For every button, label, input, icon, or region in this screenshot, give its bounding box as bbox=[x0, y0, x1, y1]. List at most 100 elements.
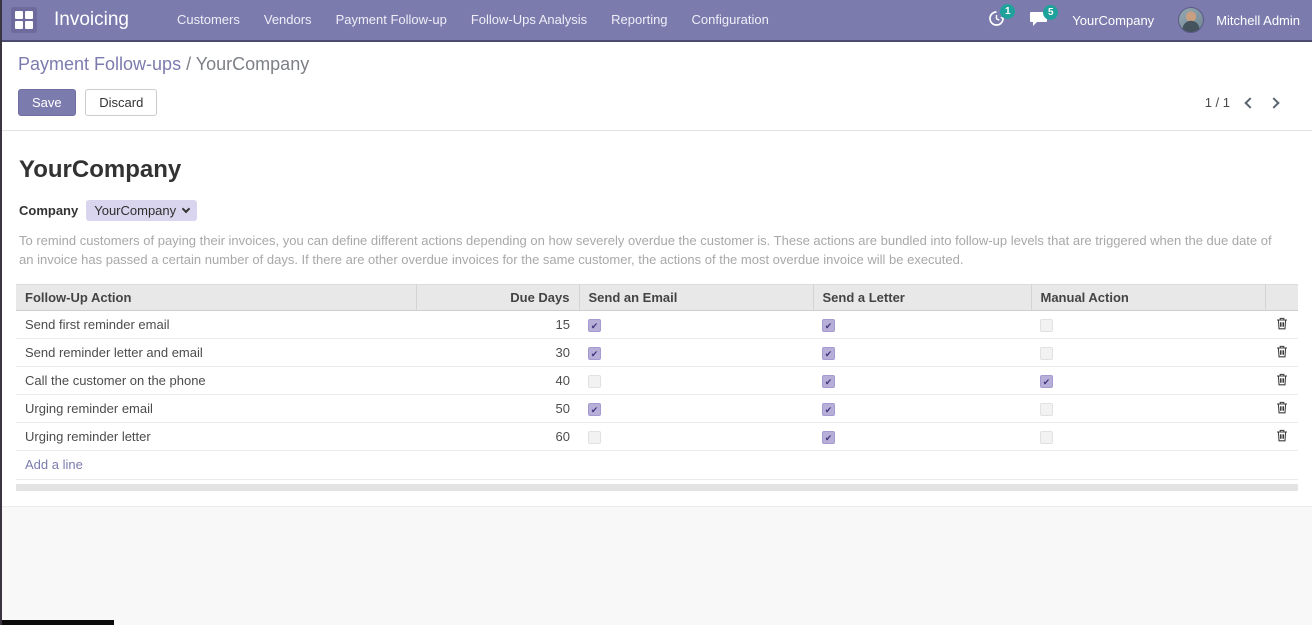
breadcrumb-current: YourCompany bbox=[196, 54, 309, 74]
control-panel: Payment Follow-ups / YourCompany Save Di… bbox=[2, 42, 1312, 131]
column-header-empty[interactable] bbox=[1265, 285, 1298, 311]
cell-manual-action bbox=[1031, 311, 1265, 339]
cell-due-days[interactable]: 30 bbox=[416, 339, 579, 367]
add-a-line-link[interactable]: Add a line bbox=[16, 451, 1298, 480]
cell-followup-action[interactable]: Call the customer on the phone bbox=[16, 367, 416, 395]
send-email-checkbox[interactable]: ✔ bbox=[588, 403, 601, 416]
company-switcher[interactable]: YourCompany bbox=[1072, 13, 1154, 28]
cell-due-days[interactable]: 40 bbox=[416, 367, 579, 395]
menu-item-payment-follow-up[interactable]: Payment Follow-up bbox=[324, 0, 459, 41]
user-menu[interactable]: Mitchell Admin bbox=[1216, 13, 1300, 28]
cell-manual-action: ✔ bbox=[1031, 367, 1265, 395]
apps-menu-icon[interactable] bbox=[11, 7, 37, 33]
table-scrollbar[interactable] bbox=[16, 484, 1298, 491]
column-header-manual-action[interactable]: Manual Action bbox=[1031, 285, 1265, 311]
manual-action-checkbox[interactable] bbox=[1040, 403, 1053, 416]
company-select-value: YourCompany bbox=[94, 203, 176, 218]
send-letter-checkbox[interactable]: ✔ bbox=[822, 347, 835, 360]
top-navbar: Invoicing CustomersVendorsPayment Follow… bbox=[2, 0, 1312, 42]
cell-send-email: ✔ bbox=[579, 395, 813, 423]
chevron-down-icon bbox=[182, 205, 190, 213]
cell-send-email bbox=[579, 367, 813, 395]
trash-icon[interactable] bbox=[1276, 401, 1288, 417]
company-label: Company bbox=[19, 203, 78, 218]
breadcrumb-separator: / bbox=[186, 54, 191, 74]
menu-item-customers[interactable]: Customers bbox=[165, 0, 252, 41]
cell-send-letter: ✔ bbox=[813, 423, 1031, 451]
cell-send-email: ✔ bbox=[579, 311, 813, 339]
cell-due-days[interactable]: 15 bbox=[416, 311, 579, 339]
activities-button[interactable]: 1 bbox=[988, 10, 1005, 30]
pager-value: 1 / 1 bbox=[1205, 95, 1230, 110]
cell-send-letter: ✔ bbox=[813, 367, 1031, 395]
send-letter-checkbox[interactable]: ✔ bbox=[822, 319, 835, 332]
cell-delete bbox=[1265, 367, 1298, 395]
send-letter-checkbox[interactable]: ✔ bbox=[822, 403, 835, 416]
user-avatar[interactable] bbox=[1178, 7, 1204, 33]
messages-button[interactable]: 5 bbox=[1029, 11, 1048, 30]
pager-next-button[interactable] bbox=[1268, 97, 1279, 108]
save-button[interactable]: Save bbox=[18, 89, 76, 116]
breadcrumb-parent-link[interactable]: Payment Follow-ups bbox=[18, 54, 181, 74]
form-sheet: YourCompany Company YourCompany To remin… bbox=[2, 131, 1312, 506]
table-row[interactable]: Send reminder letter and email30 ✔ ✔ bbox=[16, 339, 1298, 367]
followup-description: To remind customers of paying their invo… bbox=[19, 231, 1295, 269]
table-header-row: Follow-Up ActionDue DaysSend an EmailSen… bbox=[16, 285, 1298, 311]
table-row[interactable]: Urging reminder letter60 ✔ bbox=[16, 423, 1298, 451]
trash-icon[interactable] bbox=[1276, 429, 1288, 445]
send-email-checkbox[interactable]: ✔ bbox=[588, 319, 601, 332]
cell-delete bbox=[1265, 423, 1298, 451]
followup-table-body: Send first reminder email15✔✔Send remind… bbox=[16, 311, 1298, 451]
message-count-badge: 5 bbox=[1043, 5, 1058, 20]
column-header-send-a-letter[interactable]: Send a Letter bbox=[813, 285, 1031, 311]
pager-previous-button[interactable] bbox=[1244, 97, 1255, 108]
cell-manual-action bbox=[1031, 395, 1265, 423]
form-action-buttons: Save Discard bbox=[18, 89, 157, 116]
send-letter-checkbox[interactable]: ✔ bbox=[822, 431, 835, 444]
menu-item-follow-ups-analysis[interactable]: Follow-Ups Analysis bbox=[459, 0, 599, 41]
manual-action-checkbox[interactable] bbox=[1040, 431, 1053, 444]
record-title: YourCompany bbox=[19, 156, 1295, 184]
page: Invoicing CustomersVendorsPayment Follow… bbox=[0, 0, 1312, 625]
systray: 1 5 YourCompany Mitchell Admin bbox=[988, 7, 1300, 33]
trash-icon[interactable] bbox=[1276, 345, 1288, 361]
menu-item-configuration[interactable]: Configuration bbox=[680, 0, 781, 41]
table-row[interactable]: Call the customer on the phone40 ✔ ✔ bbox=[16, 367, 1298, 395]
table-row[interactable]: Send first reminder email15 ✔ ✔ bbox=[16, 311, 1298, 339]
cell-send-letter: ✔ bbox=[813, 395, 1031, 423]
send-email-checkbox[interactable]: ✔ bbox=[588, 347, 601, 360]
send-email-checkbox[interactable] bbox=[588, 431, 601, 444]
menu-item-reporting[interactable]: Reporting bbox=[599, 0, 679, 41]
trash-icon[interactable] bbox=[1276, 317, 1288, 333]
send-letter-checkbox[interactable]: ✔ bbox=[822, 375, 835, 388]
column-header-follow-up-action[interactable]: Follow-Up Action bbox=[16, 285, 416, 311]
cell-followup-action[interactable]: Send reminder letter and email bbox=[16, 339, 416, 367]
column-header-send-an-email[interactable]: Send an Email bbox=[579, 285, 813, 311]
cell-manual-action bbox=[1031, 339, 1265, 367]
menu-item-vendors[interactable]: Vendors bbox=[252, 0, 324, 41]
browser-status-strip bbox=[2, 620, 114, 625]
manual-action-checkbox[interactable]: ✔ bbox=[1040, 375, 1053, 388]
cell-send-letter: ✔ bbox=[813, 339, 1031, 367]
manual-action-checkbox[interactable] bbox=[1040, 319, 1053, 332]
followup-levels-table: Follow-Up ActionDue DaysSend an EmailSen… bbox=[16, 284, 1298, 451]
pager: 1 / 1 bbox=[1205, 95, 1278, 110]
cell-followup-action[interactable]: Urging reminder email bbox=[16, 395, 416, 423]
table-row[interactable]: Urging reminder email50 ✔ ✔ bbox=[16, 395, 1298, 423]
column-header-due-days[interactable]: Due Days bbox=[416, 285, 579, 311]
cell-due-days[interactable]: 60 bbox=[416, 423, 579, 451]
breadcrumb: Payment Follow-ups / YourCompany bbox=[18, 54, 1296, 75]
company-select[interactable]: YourCompany bbox=[86, 200, 197, 221]
cell-delete bbox=[1265, 339, 1298, 367]
manual-action-checkbox[interactable] bbox=[1040, 347, 1053, 360]
app-name[interactable]: Invoicing bbox=[54, 9, 129, 31]
cell-send-letter: ✔ bbox=[813, 311, 1031, 339]
discard-button[interactable]: Discard bbox=[85, 89, 157, 116]
cell-followup-action[interactable]: Urging reminder letter bbox=[16, 423, 416, 451]
cell-delete bbox=[1265, 395, 1298, 423]
trash-icon[interactable] bbox=[1276, 373, 1288, 389]
activity-count-badge: 1 bbox=[1000, 4, 1015, 19]
cell-followup-action[interactable]: Send first reminder email bbox=[16, 311, 416, 339]
send-email-checkbox[interactable] bbox=[588, 375, 601, 388]
cell-due-days[interactable]: 50 bbox=[416, 395, 579, 423]
